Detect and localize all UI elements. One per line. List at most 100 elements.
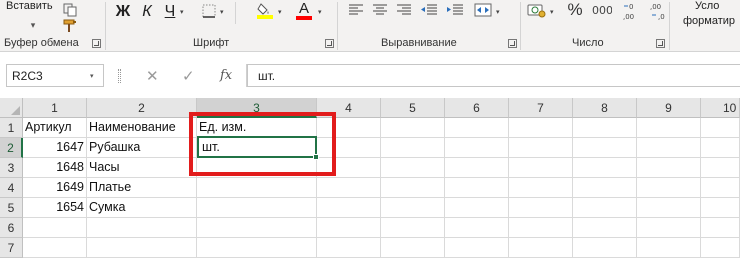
cell[interactable] [445,158,509,178]
cell[interactable] [637,178,701,198]
cell[interactable] [381,178,445,198]
cell[interactable] [87,218,197,238]
insert-function-button[interactable]: fx [220,68,232,83]
increase-decimal-icon[interactable]: 0,00 [623,1,645,21]
cell[interactable] [637,158,701,178]
percent-button[interactable]: % [566,0,584,20]
font-color-button[interactable]: A [296,0,312,20]
cell[interactable] [381,218,445,238]
column-header[interactable]: 10 [701,98,740,118]
font-color-dropdown-icon[interactable]: ▾ [318,8,322,16]
cell[interactable] [87,238,197,258]
cell[interactable] [701,238,740,258]
cell[interactable] [445,198,509,218]
active-cell[interactable]: шт. [197,138,317,158]
cell[interactable] [637,238,701,258]
cell[interactable] [701,158,740,178]
cell[interactable] [317,238,381,258]
column-header[interactable]: 6 [445,98,509,118]
cell[interactable] [637,218,701,238]
cell[interactable] [445,218,509,238]
decrease-indent-icon[interactable] [420,3,438,17]
borders-dropdown-icon[interactable]: ▾ [220,8,224,16]
alignment-launcher-icon[interactable] [508,39,517,48]
cell[interactable]: Ед. изм. [197,118,317,138]
font-launcher-icon[interactable] [325,39,334,48]
name-box-dropdown-icon[interactable]: ▾ [90,72,94,80]
formula-bar-grip[interactable] [118,69,121,83]
cell[interactable] [637,198,701,218]
paste-dropdown-icon[interactable]: ▾ [24,16,42,34]
cell[interactable] [445,178,509,198]
cell[interactable] [197,198,317,218]
align-left-icon[interactable] [348,3,364,17]
row-header[interactable]: 5 [0,198,23,218]
cell[interactable] [381,238,445,258]
cell[interactable] [509,198,573,218]
cell[interactable]: 1654 [23,198,87,218]
merge-center-icon[interactable] [474,2,492,18]
cell[interactable] [701,178,740,198]
cell[interactable] [317,178,381,198]
cell[interactable] [23,218,87,238]
cell[interactable] [573,238,637,258]
column-header[interactable]: 5 [381,98,445,118]
cell[interactable] [509,118,573,138]
cancel-icon[interactable]: ✕ [146,67,159,85]
cell[interactable] [509,138,573,158]
cell[interactable] [509,158,573,178]
cell[interactable]: Платье [87,178,197,198]
paste-button-label[interactable]: Вставить [6,0,53,12]
accounting-dropdown-icon[interactable]: ▾ [550,8,554,16]
cell[interactable] [445,238,509,258]
cell[interactable] [573,138,637,158]
cell[interactable] [317,218,381,238]
cell[interactable]: Рубашка [87,138,197,158]
cell[interactable] [509,218,573,238]
cell[interactable] [197,218,317,238]
column-header[interactable]: 1 [23,98,87,118]
column-header[interactable]: 8 [573,98,637,118]
enter-icon[interactable]: ✓ [182,67,195,85]
fill-color-icon[interactable] [256,1,274,19]
row-header[interactable]: 4 [0,178,23,198]
cell[interactable] [573,158,637,178]
cell[interactable] [381,138,445,158]
column-header[interactable]: 9 [637,98,701,118]
thousands-separator-icon[interactable]: 000 [592,3,612,17]
clipboard-launcher-icon[interactable] [92,39,101,48]
cell[interactable] [509,178,573,198]
fill-color-dropdown-icon[interactable]: ▾ [278,8,282,16]
row-header[interactable]: 1 [0,118,23,138]
cell[interactable] [317,158,381,178]
bold-button[interactable]: Ж [115,2,131,22]
borders-icon[interactable] [201,3,217,19]
underline-button[interactable]: Ч [163,2,177,22]
cell[interactable] [197,178,317,198]
cell[interactable]: 1649 [23,178,87,198]
worksheet-grid[interactable]: 1 2 3 4 5 6 7 8 9 10 1 2 3 4 5 6 7 Артик… [0,98,740,264]
cell[interactable] [381,198,445,218]
conditional-formatting-button[interactable]: Усло [695,0,719,12]
cell[interactable] [381,158,445,178]
number-launcher-icon[interactable] [656,39,665,48]
accounting-format-icon[interactable] [527,2,547,18]
increase-indent-icon[interactable] [446,3,464,17]
cell[interactable] [197,158,317,178]
cell[interactable] [701,138,740,158]
cell[interactable] [701,118,740,138]
cell[interactable]: Сумка [87,198,197,218]
italic-button[interactable]: К [140,2,154,22]
row-header[interactable]: 3 [0,158,23,178]
format-painter-icon[interactable] [60,17,82,35]
cell[interactable] [197,238,317,258]
cell[interactable] [509,238,573,258]
cell[interactable] [317,138,381,158]
column-header[interactable]: 7 [509,98,573,118]
cell[interactable]: 1648 [23,158,87,178]
row-header-selected[interactable]: 2 [0,138,23,158]
row-header[interactable]: 7 [0,238,23,258]
cell[interactable] [701,218,740,238]
formula-input[interactable]: шт. [247,64,740,87]
align-right-icon[interactable] [396,3,412,17]
